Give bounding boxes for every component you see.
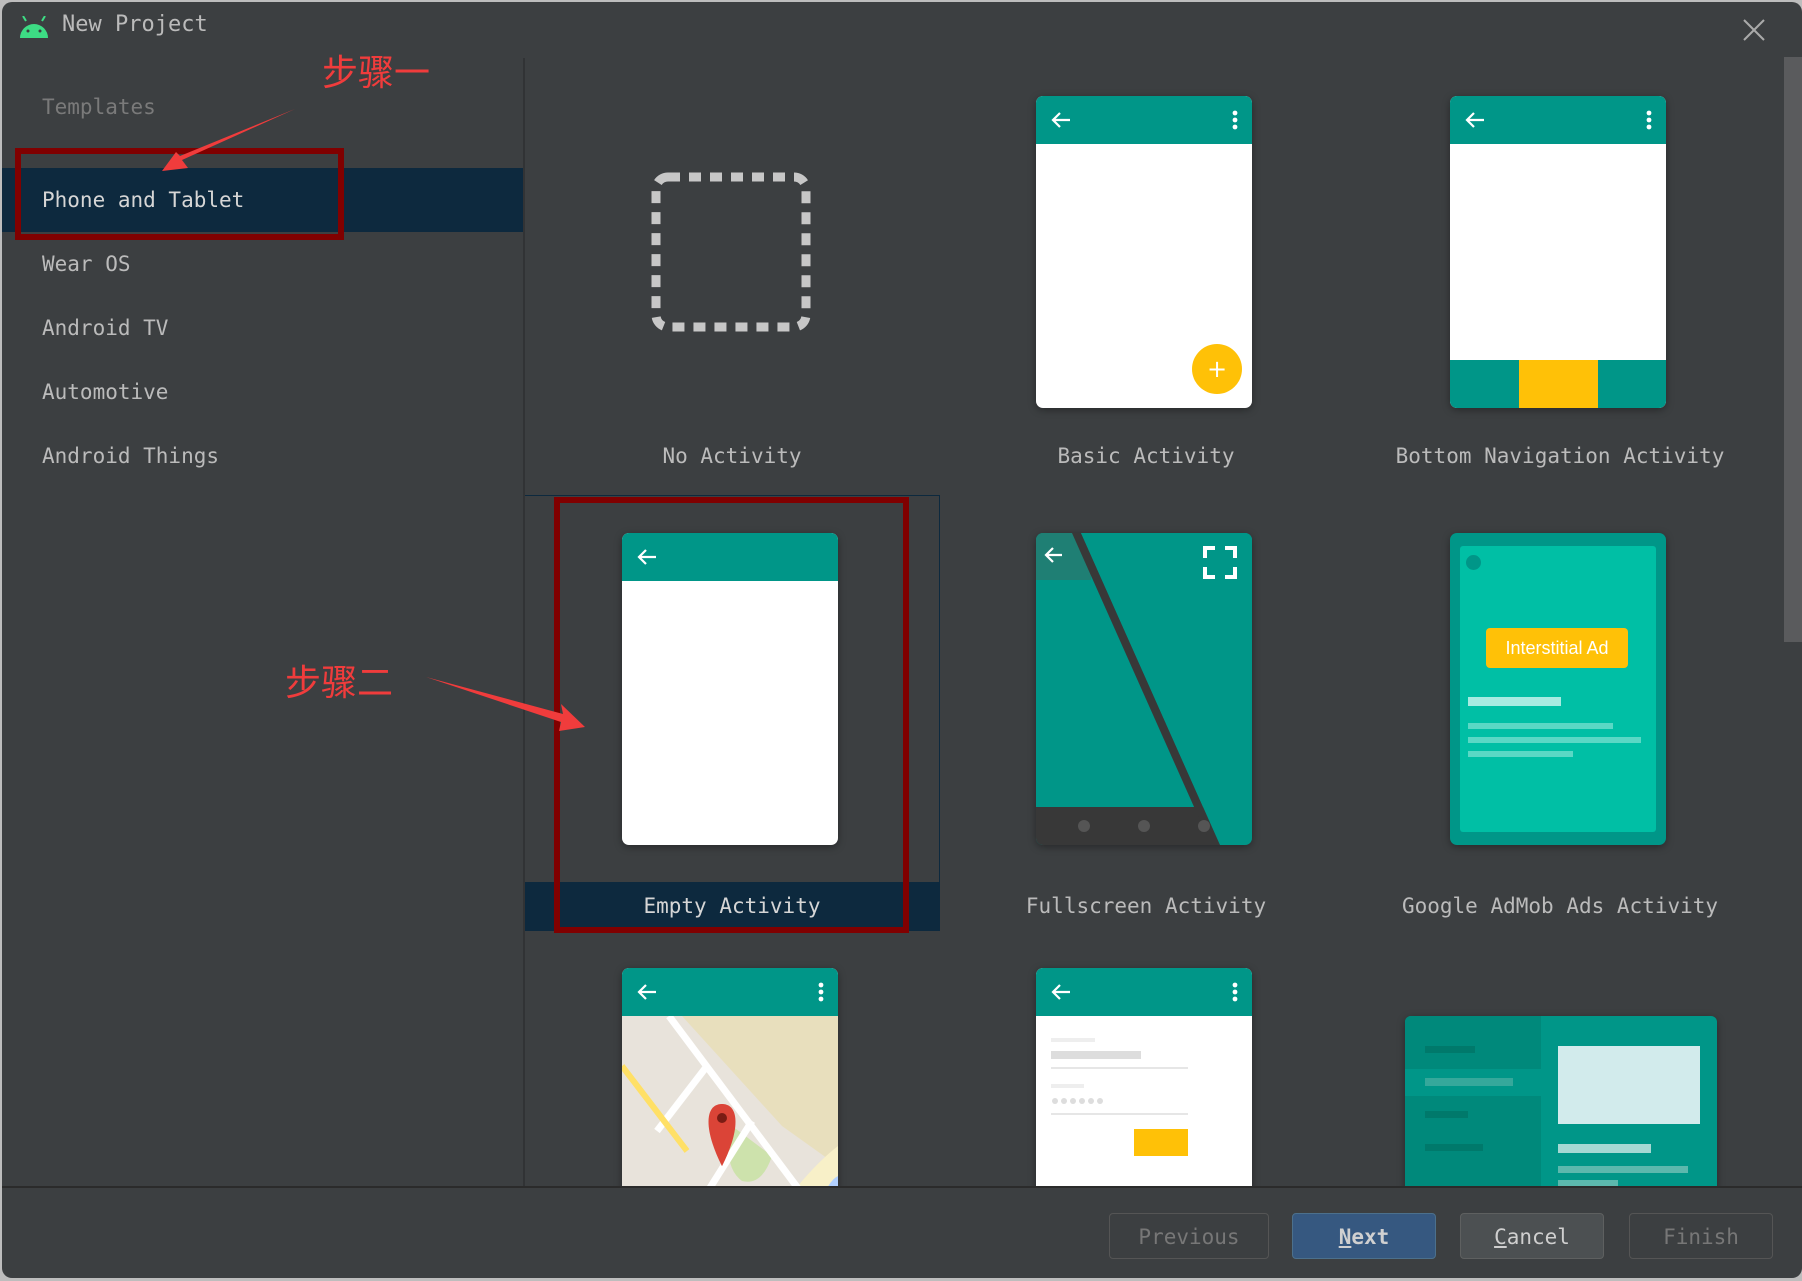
back-arrow-icon — [1465, 112, 1484, 128]
sidebar-item-wear-os[interactable]: Wear OS — [2, 232, 523, 296]
dialog-footer: Previous Next Cancel Finish — [2, 1186, 1802, 1278]
title-bar: New Project — [2, 2, 1802, 52]
template-admob-activity[interactable]: Interstitial Ad Google AdMob Ads Activit… — [1353, 496, 1767, 930]
sidebar-item-automotive[interactable]: Automotive — [2, 360, 523, 424]
next-label: ext — [1351, 1225, 1390, 1249]
close-icon[interactable] — [1740, 16, 1768, 44]
step2-highlight-box — [554, 497, 909, 933]
template-label: No Activity — [662, 444, 802, 468]
fullscreen-icon — [1203, 546, 1237, 579]
basic-activity-preview: + — [1036, 96, 1252, 408]
previous-button[interactable]: Previous — [1109, 1213, 1269, 1259]
more-vert-icon — [818, 982, 824, 1002]
sidebar-header: Templates — [42, 95, 156, 119]
admob-preview: Interstitial Ad — [1450, 533, 1666, 845]
more-vert-icon — [1232, 982, 1238, 1002]
dialog-title: New Project — [62, 12, 208, 37]
step1-annotation: 步骤一 — [322, 53, 431, 94]
login-preview — [1036, 968, 1252, 1186]
template-master-detail-flow[interactable] — [1353, 932, 1767, 1186]
bottom-navigation-preview — [1450, 96, 1666, 408]
cancel-button[interactable]: Cancel — [1460, 1213, 1604, 1259]
no-activity-icon — [651, 172, 811, 332]
step2-annotation: 步骤二 — [285, 663, 394, 704]
vertical-scrollbar[interactable] — [1784, 57, 1802, 642]
back-arrow-icon — [637, 984, 656, 1000]
sidebar-item-android-things[interactable]: Android Things — [2, 424, 523, 488]
template-bottom-navigation-activity[interactable]: Bottom Navigation Activity — [1353, 52, 1767, 486]
fab-add-icon: + — [1192, 344, 1242, 394]
cancel-label: ancel — [1506, 1225, 1570, 1249]
step1-highlight-box — [15, 148, 344, 240]
more-vert-icon — [1232, 110, 1238, 130]
template-basic-activity[interactable]: + Basic Activity — [939, 52, 1353, 486]
next-mnemonic: N — [1338, 1225, 1352, 1249]
bottom-nav-bar — [1450, 360, 1666, 408]
template-login-activity[interactable] — [939, 932, 1353, 1186]
back-arrow-icon — [1051, 984, 1070, 1000]
template-label: Fullscreen Activity — [1025, 894, 1267, 918]
sidebar-item-android-tv[interactable]: Android TV — [2, 296, 523, 360]
cancel-mnemonic: C — [1494, 1225, 1507, 1249]
back-arrow-icon — [1051, 112, 1070, 128]
template-google-maps-activity[interactable] — [525, 932, 939, 1186]
next-button[interactable]: Next — [1292, 1213, 1436, 1259]
fullscreen-preview — [1036, 533, 1252, 845]
interstitial-ad-label: Interstitial Ad — [1486, 628, 1628, 668]
template-label: Basic Activity — [1057, 444, 1235, 468]
finish-button[interactable]: Finish — [1629, 1213, 1773, 1259]
template-fullscreen-activity[interactable]: Fullscreen Activity — [939, 496, 1353, 930]
template-no-activity[interactable]: No Activity — [525, 52, 939, 486]
master-detail-preview — [1405, 1016, 1717, 1186]
maps-preview — [622, 968, 838, 1186]
more-vert-icon — [1646, 110, 1652, 130]
template-label: Bottom Navigation Activity — [1395, 444, 1725, 468]
template-label: Google AdMob Ads Activity — [1401, 894, 1719, 918]
android-icon — [20, 16, 48, 38]
